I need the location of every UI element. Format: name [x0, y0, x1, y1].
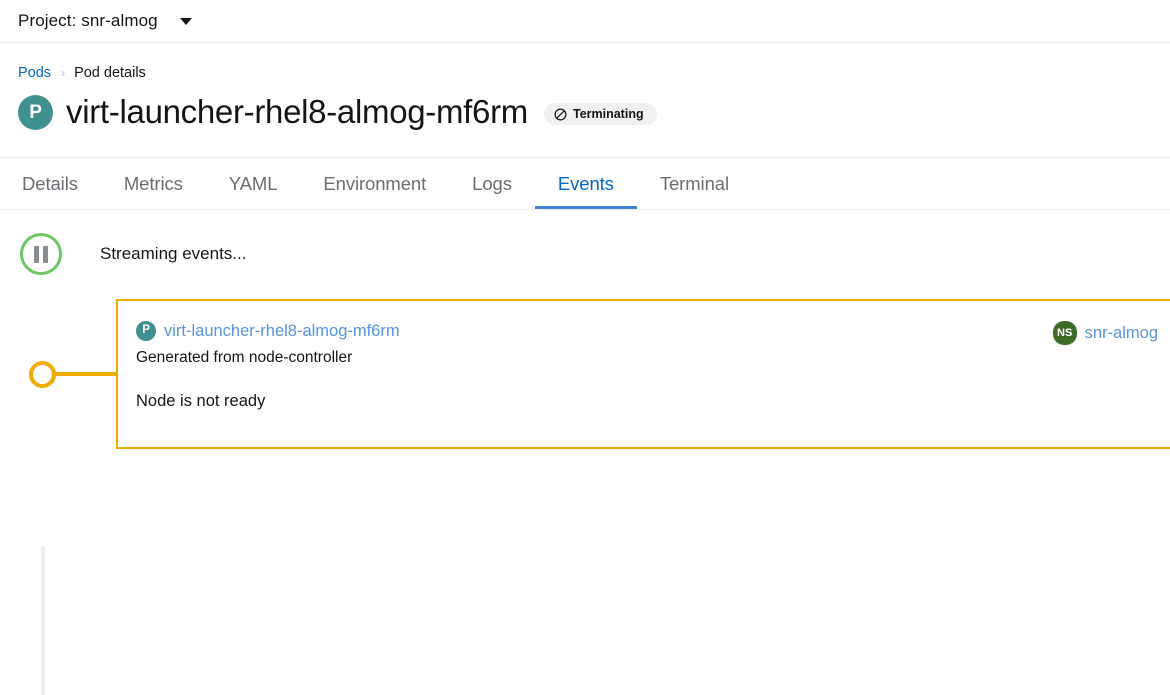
- event-message-text: Node is not ready: [136, 392, 1158, 411]
- breadcrumb-separator-icon: ›: [61, 66, 65, 80]
- project-selector-label: Project: snr-almog: [18, 11, 158, 31]
- pod-badge-icon: P: [136, 321, 156, 341]
- tab-logs[interactable]: Logs: [449, 160, 535, 209]
- status-badge-label: Terminating: [573, 107, 644, 121]
- event-timeline-marker[interactable]: [29, 361, 56, 388]
- pause-stream-button[interactable]: [20, 233, 62, 275]
- events-stream: Streaming events... P virt-launcher-rhel…: [0, 210, 1170, 454]
- event-list-item: P virt-launcher-rhel8-almog-mf6rm NS snr…: [0, 299, 1170, 454]
- timeline-rail: [41, 546, 45, 695]
- breadcrumb-item-pods[interactable]: Pods: [18, 65, 51, 81]
- tab-events[interactable]: Events: [535, 160, 637, 209]
- tab-yaml[interactable]: YAML: [206, 160, 301, 209]
- breadcrumb: Pods › Pod details: [0, 43, 1170, 81]
- project-selector-bar[interactable]: Project: snr-almog: [0, 0, 1170, 43]
- tab-terminal[interactable]: Terminal: [637, 160, 752, 209]
- tab-bar: Details Metrics YAML Environment Logs Ev…: [0, 157, 1170, 210]
- breadcrumb-item-current: Pod details: [74, 65, 146, 81]
- event-card[interactable]: P virt-launcher-rhel8-almog-mf6rm NS snr…: [116, 299, 1170, 449]
- ban-icon: [554, 108, 567, 121]
- tab-metrics[interactable]: Metrics: [101, 160, 206, 209]
- event-namespace[interactable]: NS snr-almog: [1053, 321, 1158, 345]
- page-title-row: P virt-launcher-rhel8-almog-mf6rm Termin…: [0, 81, 1170, 131]
- tab-environment[interactable]: Environment: [300, 160, 449, 209]
- pause-icon-bar-2: [43, 246, 48, 263]
- event-timeline-connector: [54, 372, 118, 376]
- tab-details[interactable]: Details: [18, 160, 101, 209]
- event-source-text: Generated from node-controller: [136, 349, 1158, 367]
- event-resource[interactable]: P virt-launcher-rhel8-almog-mf6rm: [136, 321, 400, 341]
- event-resource-link[interactable]: virt-launcher-rhel8-almog-mf6rm: [164, 322, 400, 341]
- namespace-badge-icon: NS: [1053, 321, 1077, 345]
- caret-down-icon[interactable]: [180, 18, 192, 25]
- page-title: virt-launcher-rhel8-almog-mf6rm: [66, 93, 528, 131]
- stream-status-label: Streaming events...: [100, 244, 246, 264]
- pause-icon: [34, 246, 39, 263]
- pod-badge-icon: P: [18, 95, 53, 130]
- status-badge: Terminating: [544, 103, 657, 125]
- event-namespace-link[interactable]: snr-almog: [1085, 324, 1158, 343]
- stream-header: Streaming events...: [0, 210, 1170, 275]
